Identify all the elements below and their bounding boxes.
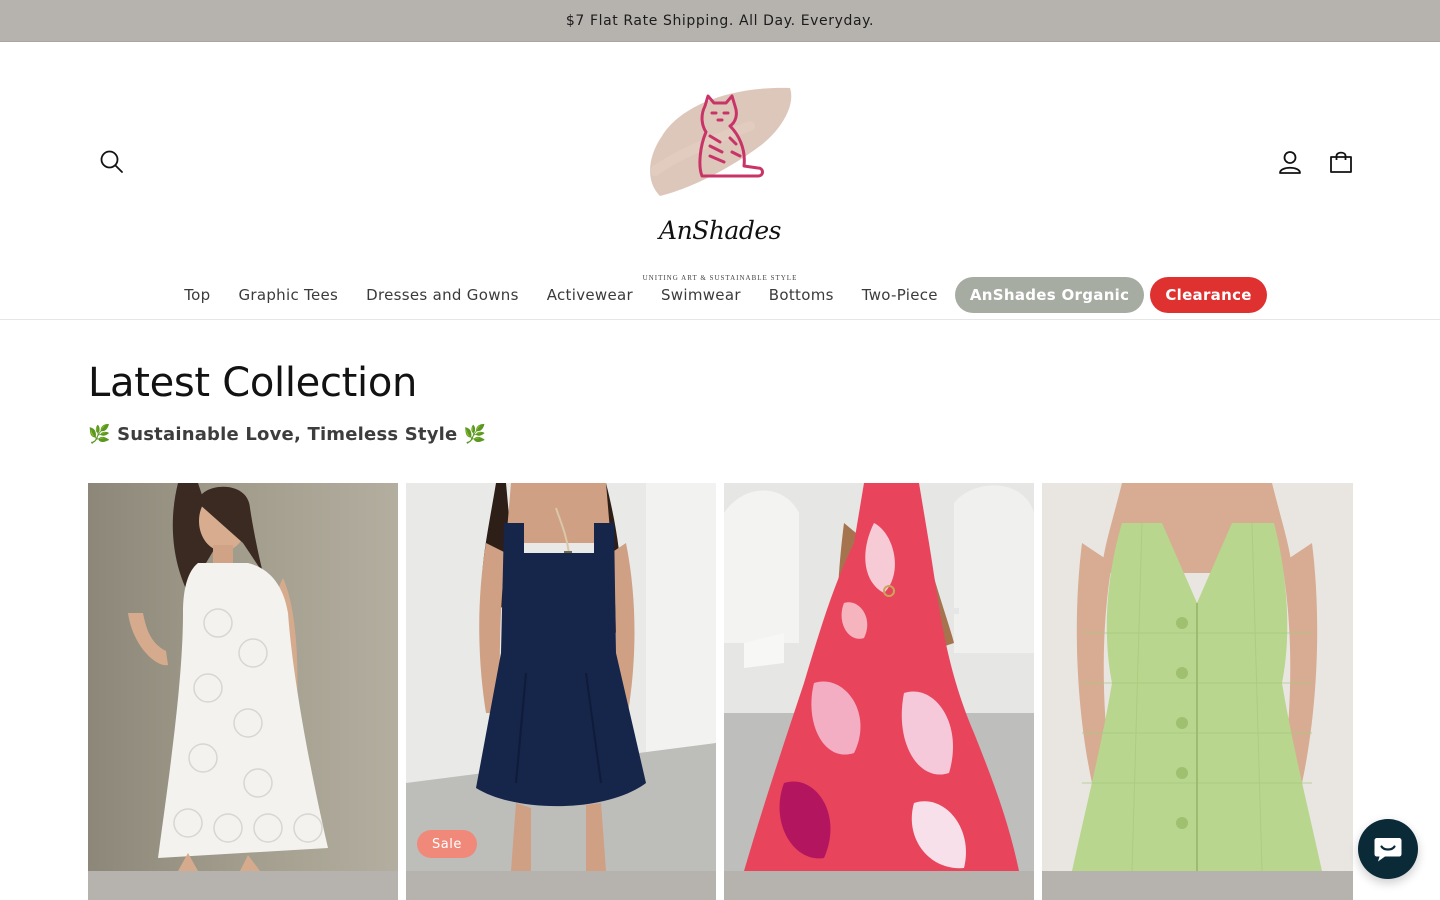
- section-title: Latest Collection: [88, 360, 418, 406]
- latest-collection-section: Latest Collection 🌿 Sustainable Love, Ti…: [88, 360, 1353, 445]
- product-image[interactable]: [406, 483, 716, 871]
- nav-item-bottoms[interactable]: Bottoms: [755, 277, 848, 313]
- product-card[interactable]: [88, 483, 398, 900]
- nav-item-dresses-and-gowns[interactable]: Dresses and Gowns: [352, 277, 533, 313]
- announcement-text: $7 Flat Rate Shipping. All Day. Everyday…: [565, 12, 875, 29]
- product-card[interactable]: [1042, 483, 1353, 900]
- product-image[interactable]: [724, 483, 1034, 871]
- tiger-logo-icon: [650, 87, 792, 196]
- product-info-bar: [1042, 871, 1353, 900]
- product-info-bar: [88, 871, 398, 900]
- chat-icon: [1374, 838, 1402, 862]
- brand-logo[interactable]: AnShades UNITING ART & SUSTAINABLE STYLE: [640, 76, 800, 282]
- announcement-bar: $7 Flat Rate Shipping. All Day. Everyday…: [0, 0, 1440, 42]
- product-image[interactable]: [1042, 483, 1353, 871]
- product-image[interactable]: [88, 483, 398, 871]
- nav-pill-clearance[interactable]: Clearance: [1150, 277, 1267, 313]
- user-icon: [1279, 151, 1301, 174]
- product-card[interactable]: Sale: [406, 483, 716, 900]
- nav-item-top[interactable]: Top: [170, 277, 224, 313]
- product-grid: Sale: [88, 483, 1353, 900]
- cart-icon: [1330, 151, 1352, 173]
- product-info-bar: [724, 871, 1034, 900]
- nav-pill-anshades-organic[interactable]: AnShades Organic: [954, 277, 1145, 313]
- search-icon: [100, 150, 123, 173]
- nav-item-swimwear[interactable]: Swimwear: [647, 277, 755, 313]
- account-button[interactable]: [1268, 140, 1312, 184]
- sale-badge: Sale: [417, 830, 477, 858]
- product-card[interactable]: [724, 483, 1034, 900]
- search-button[interactable]: [90, 140, 134, 184]
- section-subtitle: 🌿 Sustainable Love, Timeless Style 🌿: [88, 424, 487, 445]
- site-header: AnShades UNITING ART & SUSTAINABLE STYLE…: [0, 42, 1440, 320]
- main-navigation: Top Graphic Tees Dresses and Gowns Activ…: [0, 277, 1440, 313]
- chat-button[interactable]: [1358, 819, 1418, 879]
- nav-item-activewear[interactable]: Activewear: [533, 277, 647, 313]
- nav-item-two-piece[interactable]: Two-Piece: [848, 277, 952, 313]
- cart-button[interactable]: [1319, 140, 1363, 184]
- nav-item-graphic-tees[interactable]: Graphic Tees: [224, 277, 352, 313]
- brand-name: AnShades: [659, 216, 781, 245]
- product-info-bar: [406, 871, 716, 900]
